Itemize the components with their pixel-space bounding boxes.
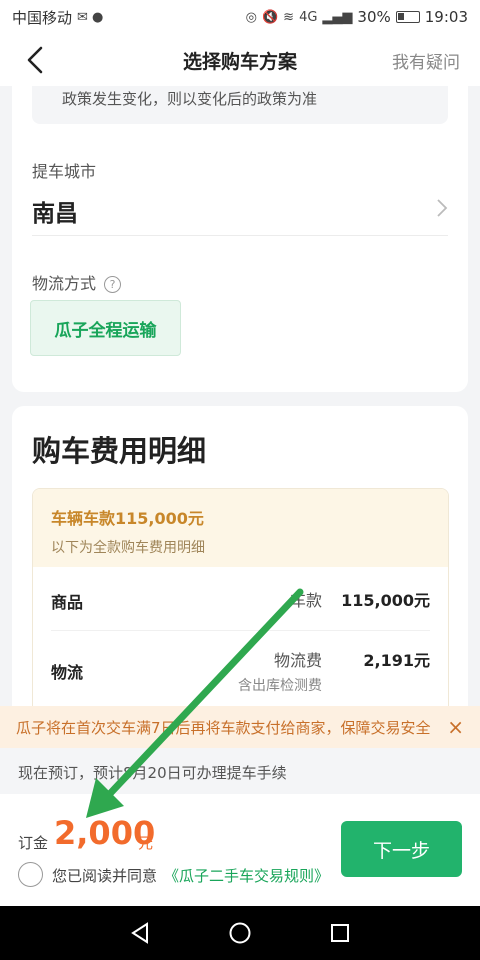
policy-notice: 政策发生变化，则以变化后的政策为准: [32, 86, 448, 124]
fee-row-amount: 2,191元: [363, 651, 430, 670]
circle-home-icon[interactable]: [228, 921, 252, 945]
agree-text: 您已阅读并同意: [52, 867, 158, 885]
pickup-city-value: 南昌: [32, 201, 78, 227]
fee-row-logistics: 物流 物流费 2,191元 含出库检测费: [51, 631, 430, 711]
signal-icon: ▂▄▆: [322, 9, 353, 25]
location-icon: ◎: [245, 9, 257, 25]
fee-row-goods: 商品 车款 115,000元: [51, 571, 430, 631]
preorder-notice: 现在预订，预计8月20日可办理提车手续: [0, 748, 480, 794]
logistics-label: 物流方式: [32, 274, 97, 293]
logistics-option[interactable]: 瓜子全程运输: [30, 300, 181, 356]
logistics-label-row: 物流方式?: [32, 270, 122, 294]
system-nav-bar: [0, 906, 480, 960]
carrier-label: 中国移动: [12, 8, 73, 27]
question-circle-icon[interactable]: ?: [104, 276, 122, 293]
network-label: 4G: [299, 9, 318, 25]
fee-subtitle: 以下为全款购车费用明细: [51, 540, 205, 556]
square-recent-icon[interactable]: [329, 922, 351, 944]
back-button[interactable]: [18, 42, 54, 78]
battery-icon: [395, 11, 420, 23]
agree-checkbox[interactable]: [18, 862, 43, 887]
pickup-city-label: 提车城市: [32, 162, 97, 181]
notification-icons: ✉ ●: [77, 9, 104, 25]
deposit-label: 订金: [18, 834, 49, 852]
fee-row-note: 含出库检测费: [238, 678, 322, 694]
mute-icon: 🔇: [261, 9, 279, 25]
nav-bar: 选择购车方案 我有疑问: [0, 34, 480, 86]
pickup-city-row[interactable]: 南昌: [32, 194, 448, 236]
triangle-back-icon[interactable]: [129, 922, 151, 944]
clock: 19:03: [424, 8, 468, 26]
status-bar: 中国移动 ✉ ● ◎ 🔇 ≋ 4G ▂▄▆ 30% 19:03: [0, 0, 480, 34]
close-icon[interactable]: ×: [447, 715, 464, 739]
safety-banner-text: 瓜子将在首次交车满7日后再将车款支付给商家，保障交易安全: [16, 718, 431, 737]
fee-title: 购车费用明细: [32, 434, 207, 468]
fee-row-item: 车款: [289, 591, 322, 610]
fee-row-item: 物流费: [273, 651, 322, 670]
page-title: 选择购车方案: [182, 50, 297, 73]
fee-row-category: 商品: [51, 593, 84, 612]
battery-percent: 30%: [357, 8, 391, 26]
fee-row-amount: 115,000元: [341, 591, 430, 610]
chevron-right-icon: [437, 199, 448, 217]
back-chevron-icon: [27, 46, 43, 74]
vehicle-price: 车辆车款115,000元: [51, 509, 204, 528]
fee-header: 车辆车款115,000元 以下为全款购车费用明细: [33, 489, 448, 567]
pickup-card: 政策发生变化，则以变化后的政策为准 提车城市 南昌 物流方式? 瓜子全程运输: [12, 86, 468, 392]
next-step-button[interactable]: 下一步: [341, 821, 462, 877]
safety-banner: 瓜子将在首次交车满7日后再将车款支付给商家，保障交易安全 ×: [0, 706, 480, 748]
deposit-unit: 元: [138, 834, 154, 852]
policy-notice-text: 政策发生变化，则以变化后的政策为准: [62, 90, 318, 108]
help-link[interactable]: 我有疑问: [392, 48, 460, 73]
wifi-icon: ≋: [283, 9, 295, 25]
fee-row-category: 物流: [51, 663, 84, 682]
bottom-action-bar: 订金 2,000 元 下一步 您已阅读并同意 《瓜子二手车交易规则》: [0, 794, 480, 906]
trade-rules-link[interactable]: 《瓜子二手车交易规则》: [164, 865, 329, 886]
